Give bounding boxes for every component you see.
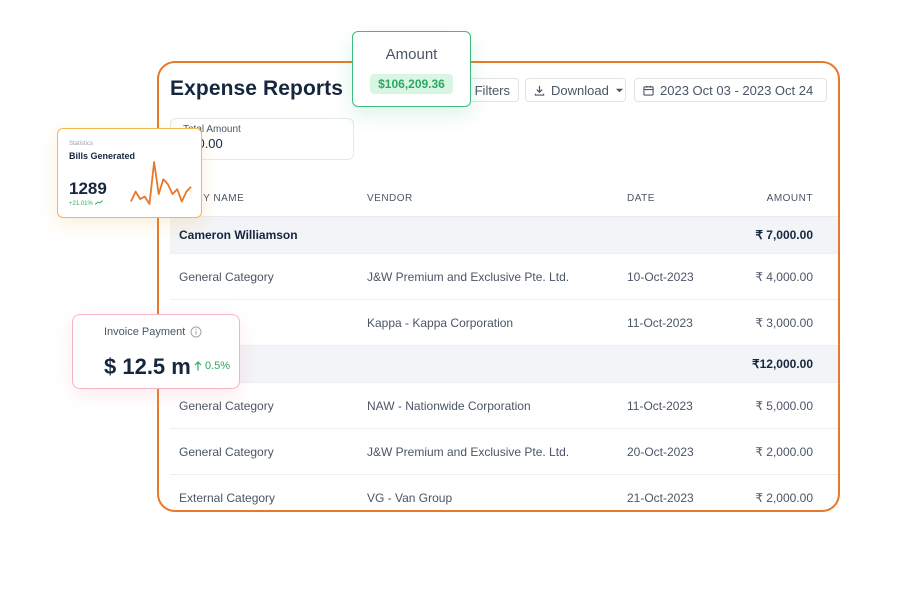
cell-category: Cameron Williamson xyxy=(179,228,298,242)
chevron-down-icon xyxy=(615,88,623,92)
invoice-delta-text: 0.5% xyxy=(205,360,231,372)
cell-category: General Category xyxy=(179,269,274,284)
total-amount-value: 000.00 xyxy=(183,136,223,151)
cell-vendor: J&W Premium and Exclusive Pte. Ltd. xyxy=(367,444,570,459)
column-header-amount[interactable]: AMOUNT xyxy=(767,193,813,204)
invoice-title: Invoice Payment xyxy=(104,326,186,338)
sparkline-path xyxy=(130,161,192,205)
total-amount-label: Total Amount xyxy=(183,124,241,135)
calendar-icon xyxy=(643,85,654,96)
cell-category: General Category xyxy=(179,398,274,413)
table-group-row[interactable]: Cameron Williamson ₹ 7,000.00 xyxy=(170,217,838,254)
table-row[interactable]: External Category VG - Van Group 21-Oct-20… xyxy=(170,475,838,510)
trend-up-icon xyxy=(94,200,103,205)
download-button[interactable]: Download xyxy=(525,78,626,102)
cell-amount: ₹ 2,000.00 xyxy=(755,490,813,505)
cell-amount: ₹ 3,000.00 xyxy=(755,315,813,330)
invoice-delta: 0.5% xyxy=(194,360,230,372)
download-label: Download xyxy=(551,82,609,98)
cell-date: 10-Oct-2023 xyxy=(627,269,694,284)
invoice-value: $ 12.5 m xyxy=(104,354,191,379)
bills-sparkline xyxy=(130,161,192,205)
cell-amount: ₹ 4,000.00 xyxy=(755,269,813,284)
stats-caption: Statistics xyxy=(69,141,94,147)
cell-vendor: NAW - Nationwide Corporation xyxy=(367,398,531,413)
cell-date: 21-Oct-2023 xyxy=(627,490,694,505)
invoice-payment-card: Invoice Payment $ 12.5 m 0.5% xyxy=(72,314,240,389)
cell-vendor: VG - Van Group xyxy=(367,490,453,505)
cell-category: General Category xyxy=(179,444,274,459)
table-group-row[interactable]: k₹12,000.00 xyxy=(170,346,838,383)
cell-category: External Category xyxy=(179,490,276,505)
stats-value: 1289 xyxy=(69,179,107,198)
table-row[interactable]: ategoryKappa - Kappa Corporation11-Oct-2… xyxy=(170,300,838,346)
expense-table: GORY NAME VENDOR DATE AMOUNT Cameron Wil… xyxy=(170,180,838,510)
date-range-label: 2023 Oct 03 - 2023 Oct 24 xyxy=(660,82,814,98)
cell-amount: ₹ 2,000.00 xyxy=(755,444,813,459)
cell-date: 11-Oct-2023 xyxy=(627,398,693,413)
cell-vendor: Kappa - Kappa Corporation xyxy=(367,315,514,330)
cell-amount: ₹ 5,000.00 xyxy=(755,398,813,413)
stats-delta: +21.01% xyxy=(69,200,103,207)
cell-amount: ₹12,000.00 xyxy=(751,357,813,371)
page-title: Expense Reports xyxy=(170,77,344,100)
amount-title: Amount xyxy=(385,46,438,63)
invoice-title-row: Invoice Payment xyxy=(104,326,202,338)
table-row[interactable]: General Category NAW - Nationwide Corpora… xyxy=(170,383,838,429)
stats-title: Bills Generated xyxy=(69,151,136,161)
table-body: Cameron Williamson ₹ 7,000.00 General Cate… xyxy=(170,217,838,510)
cell-date: 20-Oct-2023 xyxy=(627,444,694,459)
amount-value-badge: $106,209.36 xyxy=(370,74,453,94)
table-header: GORY NAME VENDOR DATE AMOUNT xyxy=(170,180,838,217)
bills-generated-card: Statistics Bills Generated 1289 +21.01% xyxy=(57,128,202,218)
column-header-date[interactable]: DATE xyxy=(627,193,655,204)
info-icon[interactable] xyxy=(190,326,202,338)
column-header-vendor[interactable]: VENDOR xyxy=(367,193,413,204)
expense-reports-panel: Expense Reports Filters Download 2023 Oc… xyxy=(157,61,840,512)
cell-date: 11-Oct-2023 xyxy=(627,315,693,330)
arrow-up-icon xyxy=(194,361,202,371)
cell-vendor: J&W Premium and Exclusive Pte. Ltd. xyxy=(367,269,570,284)
amount-card: Amount $106,209.36 xyxy=(352,31,471,107)
table-row[interactable]: General Category J&W Premium and Exclusiv… xyxy=(170,254,838,300)
table-row[interactable]: General Category J&W Premium and Exclusiv… xyxy=(170,429,838,475)
filters-label: Filters xyxy=(474,82,510,98)
date-range-picker[interactable]: 2023 Oct 03 - 2023 Oct 24 xyxy=(634,78,827,102)
download-icon xyxy=(534,85,545,96)
stats-delta-text: +21.01% xyxy=(69,201,93,207)
cell-amount: ₹ 7,000.00 xyxy=(755,228,813,242)
